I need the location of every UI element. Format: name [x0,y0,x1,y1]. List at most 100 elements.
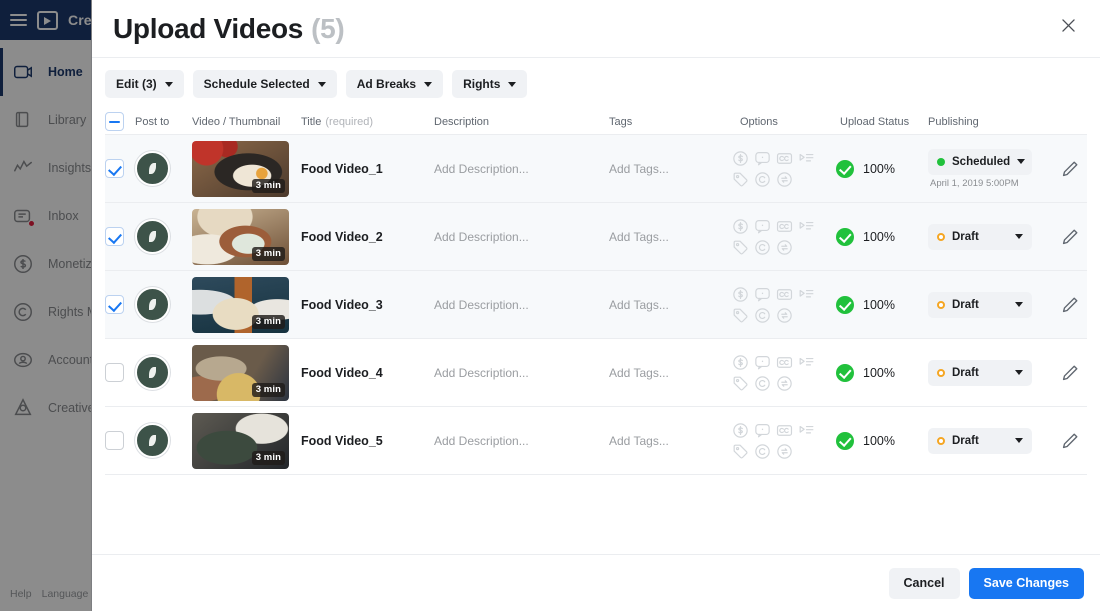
tags-cell[interactable]: Add Tags... [609,135,731,202]
row-edit-cell [1052,271,1087,338]
playlist-icon[interactable] [797,421,816,440]
comments-icon[interactable] [753,217,772,236]
tag-icon[interactable] [731,306,750,325]
video-thumbnail[interactable]: 3 min [192,277,289,333]
row-checkbox[interactable] [105,227,124,246]
captions-cc-icon[interactable] [775,353,794,372]
tags-cell[interactable]: Add Tags... [609,271,731,338]
comments-icon[interactable] [753,421,772,440]
description-cell[interactable]: Add Description... [434,135,609,202]
tags-cell[interactable]: Add Tags... [609,203,731,270]
description-cell[interactable]: Add Description... [434,203,609,270]
video-title-cell[interactable]: Food Video_4 [301,339,434,406]
tags-cell[interactable]: Add Tags... [609,407,731,474]
description-cell[interactable]: Add Description... [434,407,609,474]
description-cell[interactable]: Add Description... [434,271,609,338]
table-row[interactable]: 3 min Food Video_1 Add Description... Ad… [105,135,1087,203]
captions-cc-icon[interactable] [775,285,794,304]
video-thumbnail-cell[interactable]: 3 min [192,339,301,406]
video-thumbnail-cell[interactable]: 3 min [192,203,301,270]
comments-icon[interactable] [753,353,772,372]
playlist-icon[interactable] [797,353,816,372]
video-title-cell[interactable]: Food Video_1 [301,135,434,202]
schedule-selected-dropdown-button[interactable]: Schedule Selected [193,70,337,98]
row-edit-cell [1052,135,1087,202]
video-thumbnail[interactable]: 3 min [192,345,289,401]
comments-icon[interactable] [753,285,772,304]
select-all-cell [105,112,135,131]
publishing-status-dropdown[interactable]: Draft [928,428,1032,454]
row-checkbox[interactable] [105,159,124,178]
save-changes-button[interactable]: Save Changes [969,568,1084,599]
comments-icon[interactable] [753,149,772,168]
video-thumbnail[interactable]: 3 min [192,413,289,469]
close-icon[interactable] [1052,9,1084,41]
avatar[interactable] [135,151,170,186]
captions-cc-icon[interactable] [775,217,794,236]
crosspost-icon[interactable] [775,238,794,257]
playlist-icon[interactable] [797,285,816,304]
video-title-cell[interactable]: Food Video_2 [301,203,434,270]
avatar[interactable] [135,287,170,322]
avatar[interactable] [135,423,170,458]
monetization-dollar-icon[interactable] [731,149,750,168]
upload-percent: 100% [863,298,895,312]
tag-icon[interactable] [731,170,750,189]
video-thumbnail-cell[interactable]: 3 min [192,271,301,338]
monetization-dollar-icon[interactable] [731,217,750,236]
crosspost-icon[interactable] [775,442,794,461]
captions-cc-icon[interactable] [775,421,794,440]
tag-icon[interactable] [731,442,750,461]
video-thumbnail[interactable]: 3 min [192,209,289,265]
table-row[interactable]: 3 min Food Video_3 Add Description... Ad… [105,271,1087,339]
crosspost-icon[interactable] [775,170,794,189]
crosspost-icon[interactable] [775,306,794,325]
avatar-leaf-icon [149,367,156,378]
edit-pencil-icon[interactable] [1059,362,1081,384]
rights-dropdown-button[interactable]: Rights [452,70,527,98]
publishing-status-dropdown[interactable]: Draft [928,360,1032,386]
table-row[interactable]: 3 min Food Video_4 Add Description... Ad… [105,339,1087,407]
edit-dropdown-button[interactable]: Edit (3) [105,70,184,98]
edit-pencil-icon[interactable] [1059,294,1081,316]
edit-pencil-icon[interactable] [1059,158,1081,180]
avatar[interactable] [135,219,170,254]
tags-cell[interactable]: Add Tags... [609,339,731,406]
video-thumbnail[interactable]: 3 min [192,141,289,197]
publishing-status-dropdown[interactable]: Scheduled [928,149,1032,175]
publishing-status-dropdown[interactable]: Draft [928,292,1032,318]
avatar[interactable] [135,355,170,390]
monetization-dollar-icon[interactable] [731,353,750,372]
copyright-icon[interactable] [753,238,772,257]
avatar-leaf-icon [149,435,156,446]
video-thumbnail-cell[interactable]: 3 min [192,135,301,202]
copyright-icon[interactable] [753,374,772,393]
table-row[interactable]: 3 min Food Video_5 Add Description... Ad… [105,407,1087,475]
copyright-icon[interactable] [753,306,772,325]
publishing-status-dropdown[interactable]: Draft [928,224,1032,250]
table-row[interactable]: 3 min Food Video_2 Add Description... Ad… [105,203,1087,271]
crosspost-icon[interactable] [775,374,794,393]
row-checkbox[interactable] [105,295,124,314]
row-checkbox[interactable] [105,431,124,450]
playlist-icon[interactable] [797,149,816,168]
copyright-icon[interactable] [753,170,772,189]
tag-icon[interactable] [731,374,750,393]
ad-breaks-dropdown-button[interactable]: Ad Breaks [346,70,443,98]
monetization-dollar-icon[interactable] [731,285,750,304]
copyright-icon[interactable] [753,442,772,461]
tag-icon[interactable] [731,238,750,257]
video-title-cell[interactable]: Food Video_3 [301,271,434,338]
video-title-cell[interactable]: Food Video_5 [301,407,434,474]
edit-pencil-icon[interactable] [1059,430,1081,452]
playlist-icon[interactable] [797,217,816,236]
captions-cc-icon[interactable] [775,149,794,168]
description-cell[interactable]: Add Description... [434,339,609,406]
select-all-checkbox[interactable] [105,112,124,131]
publishing-cell: Scheduled April 1, 2019 5:00PM [928,135,1052,202]
cancel-button[interactable]: Cancel [889,568,960,599]
video-thumbnail-cell[interactable]: 3 min [192,407,301,474]
monetization-dollar-icon[interactable] [731,421,750,440]
row-checkbox[interactable] [105,363,124,382]
edit-pencil-icon[interactable] [1059,226,1081,248]
